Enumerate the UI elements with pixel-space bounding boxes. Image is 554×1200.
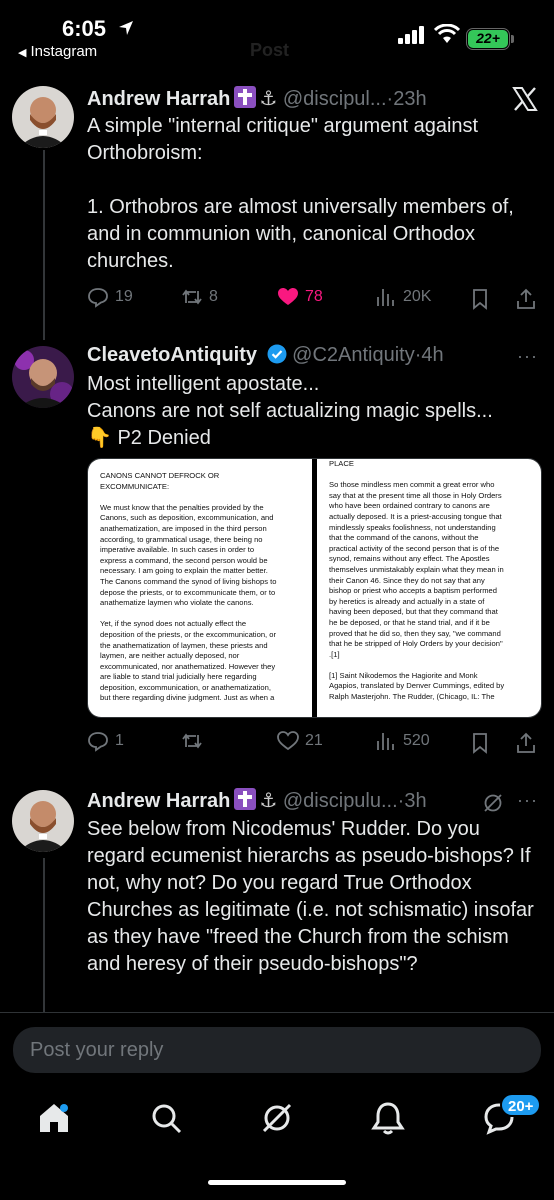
author-handle[interactable]: @C2Antiquity: [292, 344, 415, 366]
post-text: Most intelligent apostate... Canons are …: [87, 373, 493, 449]
views-button[interactable]: 20K: [375, 286, 431, 308]
reply-input[interactable]: Post your reply: [13, 1027, 541, 1073]
wifi-icon: [434, 24, 460, 43]
views-icon: [377, 733, 394, 750]
author-name[interactable]: Andrew Harrah: [87, 88, 230, 110]
author-name[interactable]: Andrew Harrah: [87, 790, 230, 812]
more-options-icon[interactable]: ···: [517, 790, 538, 811]
reply-icon: [88, 288, 108, 308]
grok-tab-icon[interactable]: [259, 1100, 295, 1136]
post-image[interactable]: CANONS CANNOT DEFROCK OR EXCOMMUNICATE: …: [87, 458, 542, 718]
post-header: Andrew Harrah ⚓ @discipul...·23h: [87, 86, 427, 111]
repost-count: 8: [209, 288, 218, 305]
repost-button[interactable]: 8: [181, 286, 218, 308]
bookmark-icon[interactable]: [469, 732, 491, 754]
back-app-label: Instagram: [30, 43, 98, 60]
avatar[interactable]: [12, 346, 74, 408]
share-icon[interactable]: [515, 732, 537, 754]
reply-button[interactable]: 19: [87, 286, 133, 308]
post-time[interactable]: 3h: [404, 790, 426, 812]
search-icon[interactable]: [148, 1100, 184, 1136]
share-icon[interactable]: [515, 288, 537, 310]
like-count: 78: [305, 288, 323, 305]
post-header: Andrew Harrah ⚓ @discipulu...·3h: [87, 788, 427, 813]
avatar[interactable]: [12, 790, 74, 852]
x-logo-icon[interactable]: [512, 86, 538, 112]
battery-level: 22+: [468, 30, 508, 48]
reply-button[interactable]: 1: [87, 730, 124, 752]
post-actions: 19 8 78 20K: [87, 286, 539, 312]
author-name[interactable]: CleavetoAntiquity: [87, 344, 257, 366]
views-icon: [377, 289, 394, 306]
image-page-right: PLACE So those mindless men commit a gre…: [317, 459, 541, 717]
like-count: 21: [305, 732, 323, 749]
battery-indicator: 22+: [466, 28, 510, 50]
view-count: 520: [403, 732, 430, 749]
repost-button[interactable]: [181, 730, 209, 752]
like-button[interactable]: 21: [277, 730, 323, 752]
more-options-icon[interactable]: ···: [517, 346, 538, 367]
battery-nub: [511, 35, 514, 43]
reply-composer: Post your reply: [0, 1012, 554, 1088]
author-handle[interactable]: @discipulu...: [283, 790, 398, 812]
repost-icon: [182, 733, 202, 749]
verified-badge-icon: [267, 344, 287, 364]
view-count: 20K: [403, 288, 432, 305]
avatar[interactable]: [12, 86, 74, 148]
location-arrow-icon: [119, 21, 133, 35]
faded-header-title: Post: [250, 40, 290, 60]
clock: 6:05: [62, 16, 107, 41]
anchor-icon: ⚓: [259, 790, 278, 812]
post-header: CleavetoAntiquity @C2Antiquity·4h: [87, 344, 444, 367]
status-bar: 6:05 ◀ Instagram Post 22+: [0, 0, 554, 64]
post-time[interactable]: 4h: [421, 344, 443, 366]
messages-badge: 20+: [500, 1093, 542, 1117]
views-button[interactable]: 520: [375, 730, 430, 752]
home-icon[interactable]: [36, 1100, 72, 1136]
reply-count: 19: [115, 288, 133, 305]
cellular-signal-icon: [398, 26, 424, 44]
anchor-icon: ⚓: [259, 88, 278, 110]
heart-filled-icon: [278, 288, 298, 305]
thread-line: [43, 150, 45, 340]
post-time[interactable]: 23h: [393, 88, 426, 110]
post-actions: 1 21 520: [87, 730, 539, 756]
post-text: See below from Nicodemus' Rudder. Do you…: [87, 818, 540, 975]
post-text: A simple "internal critique" argument ag…: [87, 115, 514, 272]
cross-badge-icon: [234, 788, 257, 810]
back-to-app-link[interactable]: ◀ Instagram: [18, 43, 97, 60]
reply-icon: [88, 732, 108, 752]
heart-icon: [277, 731, 299, 751]
thread-line: [43, 858, 45, 1012]
grok-icon[interactable]: [482, 792, 504, 814]
bookmark-icon[interactable]: [469, 288, 491, 310]
reply-count: 1: [115, 732, 124, 749]
image-page-left: CANONS CANNOT DEFROCK OR EXCOMMUNICATE: …: [88, 459, 312, 717]
author-handle[interactable]: @discipul...: [283, 88, 387, 110]
cross-badge-icon: [234, 86, 257, 108]
home-indicator[interactable]: [208, 1180, 346, 1185]
notifications-icon[interactable]: [370, 1100, 406, 1136]
repost-icon: [182, 289, 202, 305]
like-button[interactable]: 78: [277, 286, 323, 308]
